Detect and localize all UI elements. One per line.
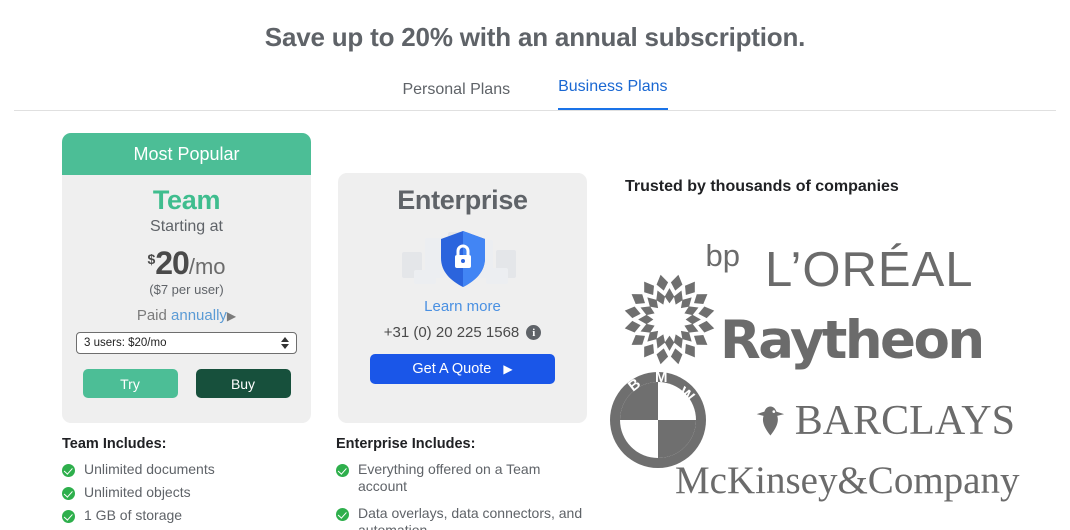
logo-barclays: BARCLAYS: [755, 392, 1015, 450]
list-item-label: 1 GB of storage: [84, 507, 183, 523]
list-item-label: Unlimited objects: [84, 484, 191, 500]
check-icon: [62, 464, 75, 477]
team-per-user-price: ($7 per user): [149, 282, 224, 297]
paid-prefix-label: Paid: [136, 307, 172, 324]
caret-right-icon: ▶: [503, 362, 513, 376]
tab-personal-plans[interactable]: Personal Plans: [402, 81, 510, 111]
currency-symbol: $: [147, 251, 156, 267]
list-item: Everything offered on a Team account: [336, 461, 586, 495]
get-a-quote-label: Get A Quote: [412, 361, 492, 377]
enterprise-includes-list: Enterprise Includes: Everything offered …: [336, 436, 586, 530]
caret-right-icon[interactable]: ▶: [227, 309, 236, 323]
stepper-arrows-icon[interactable]: [281, 337, 289, 349]
bmw-roundel-icon: B M W: [610, 369, 706, 468]
price-amount: 20: [155, 245, 190, 281]
enterprise-illustration: [338, 224, 587, 296]
logo-mckinsey-wordmark: McKinsey&Company: [675, 459, 1020, 502]
team-billing-frequency: Paid annually▶: [62, 307, 311, 324]
svg-text:M: M: [655, 370, 668, 386]
team-actions: Try Buy: [62, 369, 311, 398]
try-button[interactable]: Try: [82, 369, 178, 398]
most-popular-ribbon: Most Popular: [62, 133, 311, 175]
list-item-label: Everything offered on a Team account: [358, 461, 541, 494]
info-icon[interactable]: i: [526, 325, 542, 340]
trusted-by-title: Trusted by thousands of companies: [625, 178, 899, 195]
pricing-page: Save up to 20% with an annual subscripti…: [0, 0, 1070, 530]
list-item: 1 GB of storage: [62, 507, 324, 524]
check-icon: [62, 487, 75, 500]
bp-sunburst-icon: [624, 274, 715, 365]
logo-raytheon-wordmark: Raytheon: [720, 310, 985, 371]
enterprise-plan-name: Enterprise: [397, 185, 528, 215]
logo-loreal-wordmark: L’ORÉAL: [765, 243, 974, 297]
logo-mckinsey: McKinsey&Company: [675, 458, 1025, 508]
team-price: $ 20 /mo: [62, 245, 311, 282]
barclays-eagle-icon: [756, 406, 785, 436]
plan-tabs: Personal Plans Business Plans: [0, 78, 1070, 111]
check-icon: [336, 464, 349, 477]
page-title: Save up to 20% with an annual subscripti…: [264, 22, 806, 52]
billing-frequency-link[interactable]: annually: [171, 307, 227, 324]
enterprise-phone-number: +31 (0) 20 225 1568: [383, 324, 520, 341]
check-icon: [62, 510, 75, 523]
list-item-label: Unlimited documents: [84, 461, 215, 477]
list-item: Unlimited documents: [62, 461, 324, 478]
enterprise-includes-title: Enterprise Includes:: [336, 436, 476, 452]
logo-bp-wordmark: bp: [705, 238, 740, 273]
trusted-by-section: Trusted by thousands of companies bp L’O…: [600, 170, 1070, 520]
list-item: Data overlays, data connectors, and auto…: [336, 505, 586, 530]
team-plan-card: Most Popular Team Starting at $ 20 /mo (…: [62, 133, 311, 423]
enterprise-plan-card: Enterprise Learn more +31 (0) 20 225 156…: [338, 173, 587, 423]
learn-more-link[interactable]: Learn more: [338, 298, 587, 315]
price-period: /mo: [188, 254, 226, 279]
team-includes-title: Team Includes:: [62, 436, 167, 452]
get-a-quote-button[interactable]: Get A Quote ▶: [370, 354, 555, 384]
list-item-label: Data overlays, data connectors, and auto…: [358, 505, 583, 530]
enterprise-phone-row: +31 (0) 20 225 1568 i: [338, 324, 587, 341]
team-plan-name: Team: [152, 185, 221, 215]
buy-button[interactable]: Buy: [195, 369, 291, 398]
tab-business-plans[interactable]: Business Plans: [558, 78, 668, 111]
user-count-select[interactable]: 3 users: $20/mo: [76, 332, 297, 354]
logo-barclays-wordmark: BARCLAYS: [794, 398, 1015, 444]
team-includes-list: Team Includes: Unlimited documents Unlim…: [62, 436, 324, 530]
tabs-divider: [14, 110, 1056, 111]
check-icon: [336, 508, 349, 521]
shield-lock-icon: [440, 231, 485, 287]
team-starting-at: Starting at: [150, 218, 223, 235]
logo-loreal: L’ORÉAL: [765, 242, 1025, 307]
logo-raytheon: Raytheon: [720, 310, 1030, 380]
list-item: Unlimited objects: [62, 484, 324, 501]
user-count-select-value: 3 users: $20/mo: [84, 337, 167, 349]
